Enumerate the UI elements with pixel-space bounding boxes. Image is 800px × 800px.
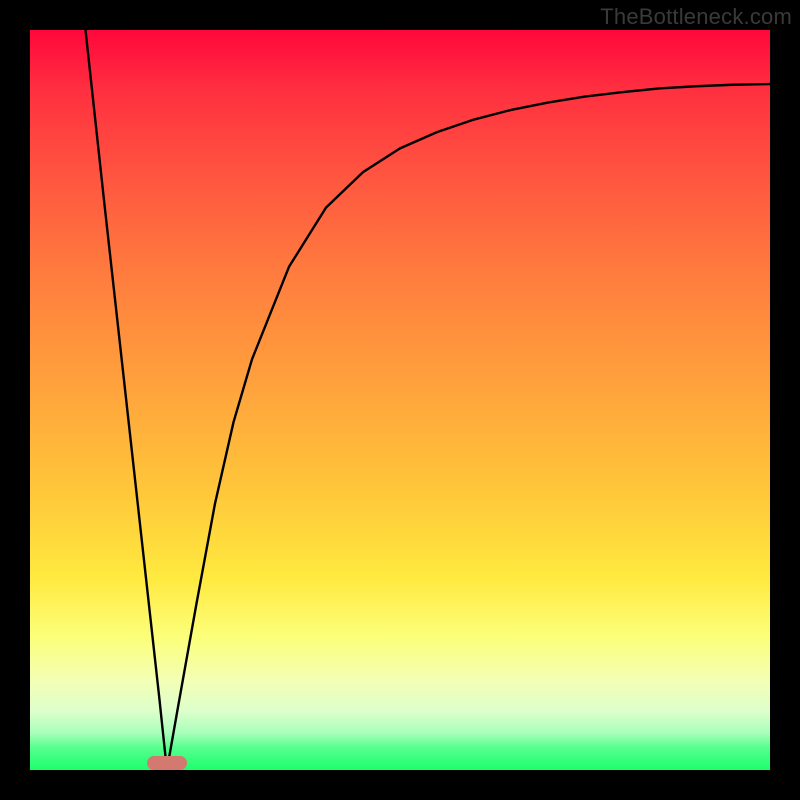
optimal-marker [147, 756, 187, 770]
bottleneck-curve [30, 30, 770, 770]
watermark-text: TheBottleneck.com [600, 4, 792, 30]
chart-frame: TheBottleneck.com [0, 0, 800, 800]
plot-area [30, 30, 770, 770]
